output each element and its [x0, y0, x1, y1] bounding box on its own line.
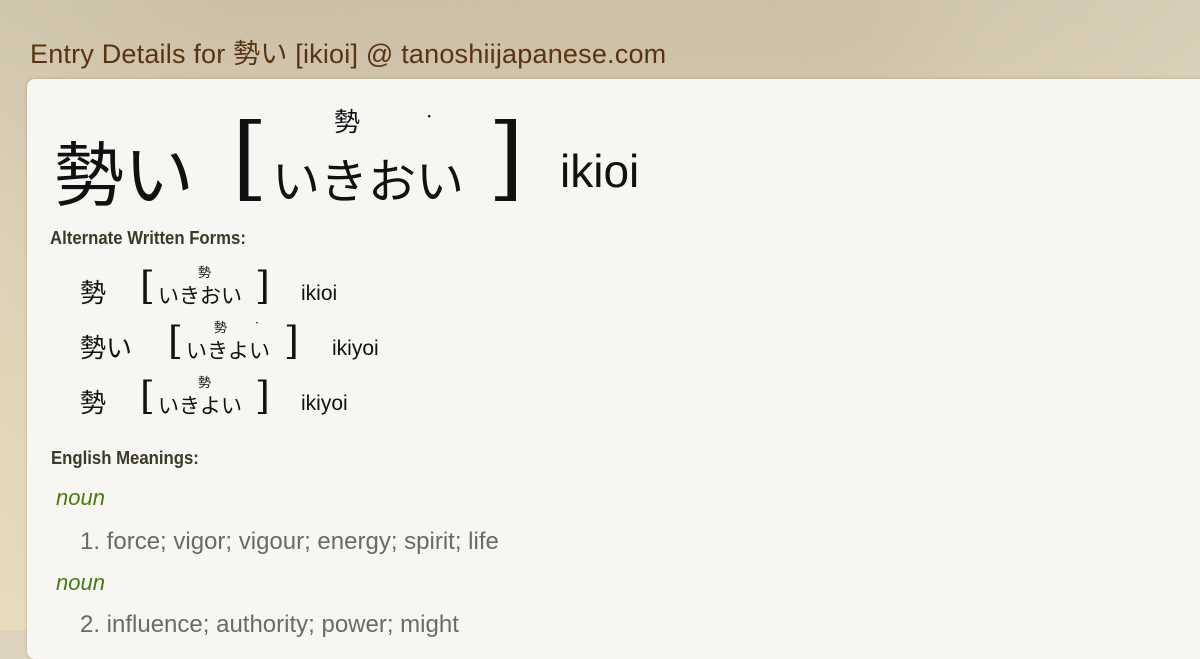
- alternate-form-romaji: ikioi: [301, 282, 338, 305]
- alternate-form-word: 勢い: [80, 334, 133, 364]
- alternate-form-word: 勢: [80, 279, 107, 309]
- meaning-text: 2. influence; authority; power; might: [80, 611, 459, 638]
- alternate-form-accent-mark: ·: [255, 316, 259, 330]
- alternate-form-bracket-close: ]: [255, 264, 270, 308]
- entry-furigana: 勢: [334, 108, 361, 138]
- entry-bracket-open: [: [232, 104, 268, 211]
- alternate-form-bracket-open: [: [140, 264, 155, 308]
- alternate-form-kana: いきよい: [186, 339, 270, 363]
- alternate-form-bracket-open: [: [140, 374, 155, 418]
- alternate-form-furigana: 勢: [198, 376, 212, 391]
- alternate-form-romaji: ikiyoi: [301, 392, 348, 415]
- meaning-text: 1. force; vigor; vigour; energy; spirit;…: [80, 528, 499, 555]
- alternate-form-bracket-close: ]: [284, 319, 299, 363]
- alternate-form-kana: いきおい: [158, 284, 242, 308]
- alternate-forms-label: Alternate Written Forms:: [50, 228, 246, 248]
- entry-accent-mark: ·: [426, 104, 433, 128]
- entry-romaji: ikioi: [560, 145, 640, 197]
- part-of-speech: noun: [56, 485, 105, 510]
- alternate-form-romaji: ikiyoi: [332, 337, 379, 360]
- alternate-form-word: 勢: [80, 389, 107, 419]
- english-meanings-label: English Meanings:: [51, 448, 199, 468]
- entry-bracket-close: ]: [488, 104, 524, 211]
- alternate-form-bracket-close: ]: [255, 374, 270, 418]
- alternate-form-kana: いきよい: [158, 394, 242, 418]
- alternate-form-furigana: 勢: [214, 321, 228, 336]
- entry-word: 勢い: [54, 135, 194, 217]
- page-title: Entry Details for 勢い [ikioi] @ tanoshiij…: [30, 39, 667, 69]
- part-of-speech: noun: [56, 570, 105, 595]
- alternate-form-furigana: 勢: [198, 266, 212, 281]
- alternate-form-bracket-open: [: [168, 319, 183, 363]
- entry-kana: いきおい: [272, 154, 465, 210]
